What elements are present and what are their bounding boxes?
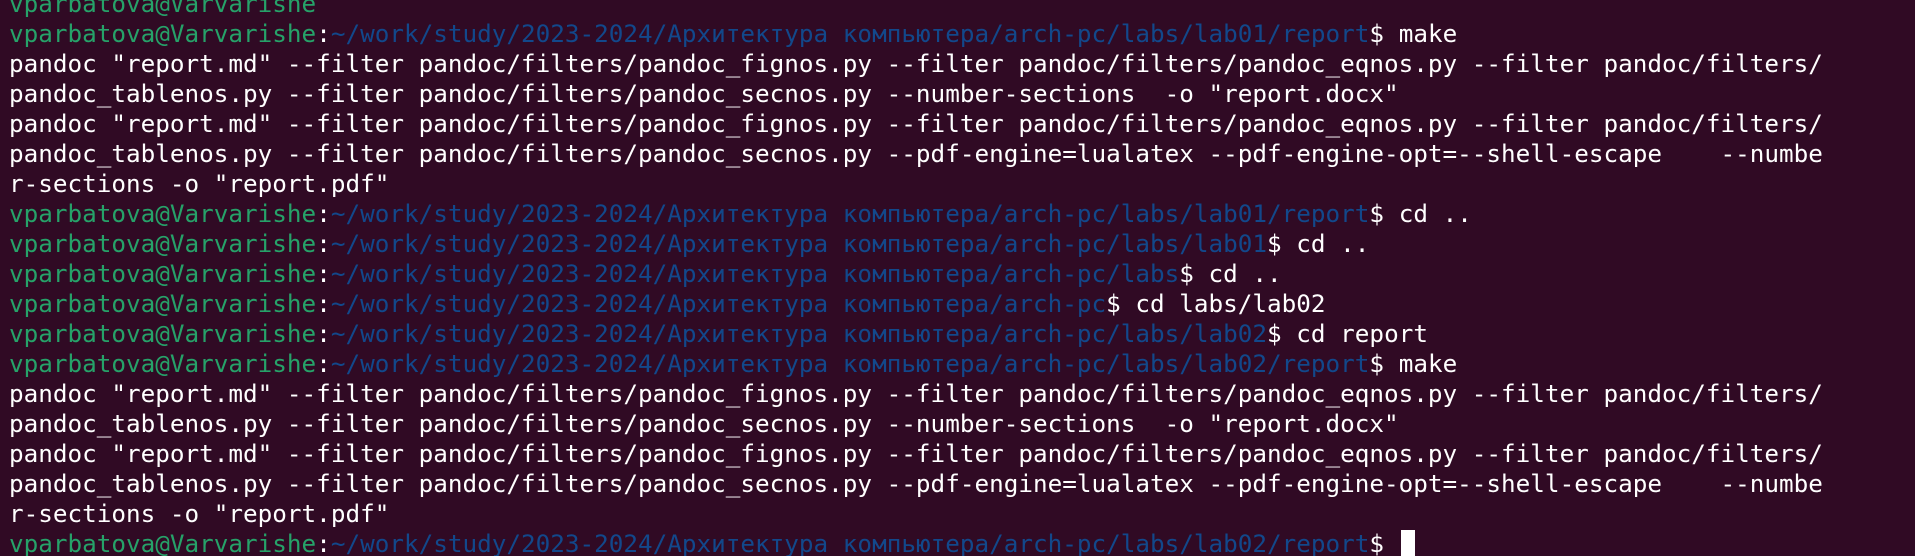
prompt-separator: : — [316, 199, 331, 228]
prompt-separator: : — [316, 319, 331, 348]
prompt-user: vparbatova@Varvarishe — [9, 529, 317, 556]
prompt-symbol: $ — [1369, 19, 1399, 48]
terminal-output-line: pandoc_tablenos.py --filter pandoc/filte… — [9, 409, 1399, 438]
prompt-path: ~/work/study/2023-2024/Архитектура компь… — [330, 199, 1370, 228]
prompt-command: cd .. — [1208, 259, 1282, 288]
prompt-path: ~/work/study/2023-2024/Архитектура компь… — [330, 319, 1268, 348]
prompt-path: ~/work/study/2023-2024/Архитектура компь… — [330, 349, 1370, 378]
prompt-path: ~/work/study/2023-2024/Архитектура компь… — [330, 289, 1107, 318]
terminal-cursor[interactable] — [1400, 530, 1415, 556]
prompt-separator: : — [316, 529, 331, 556]
prompt-path: ~/work/study/2023-2024/Архитектура компь… — [330, 259, 1180, 288]
prompt-user: vparbatova@Varvarishe — [9, 199, 317, 228]
terminal-prompt-line: vparbatova@Varvarishe:~/work/study/2023-… — [9, 319, 1823, 349]
prompt-path: ~/work/study/2023-2024/Архитектура компь… — [330, 529, 1370, 556]
prompt-user: vparbatova@Varvarishe — [9, 349, 317, 378]
prompt-command: cd .. — [1398, 199, 1472, 228]
prompt-user: vparbatova@Varvarishe — [9, 319, 317, 348]
prompt-separator: : — [316, 349, 331, 378]
prompt-command: cd .. — [1296, 229, 1370, 258]
prompt-user: vparbatova@Varvarishe — [9, 229, 317, 258]
terminal-output-line: r-sections -o "report.pdf" — [9, 169, 390, 198]
terminal-output-line: pandoc_tablenos.py --filter pandoc/filte… — [9, 139, 1823, 168]
prompt-user: vparbatova@Varvarishe — [9, 289, 317, 318]
prompt-symbol: $ — [1369, 529, 1399, 556]
terminal-output-line: r-sections -o "report.pdf" — [9, 499, 390, 528]
terminal-line-partial: vparbatova@Varvarishe — [9, 0, 1823, 19]
prompt-command: cd report — [1296, 319, 1428, 348]
terminal-output: vparbatova@Varvarishe vparbatova@Varvari… — [9, 0, 1823, 556]
prompt-symbol: $ — [1106, 289, 1136, 318]
terminal-output-line: pandoc "report.md" --filter pandoc/filte… — [9, 109, 1823, 138]
terminal-prompt-line: vparbatova@Varvarishe:~/work/study/2023-… — [9, 259, 1823, 289]
terminal-prompt-line: vparbatova@Varvarishe:~/work/study/2023-… — [9, 19, 1823, 49]
terminal-prompt-line: vparbatova@Varvarishe:~/work/study/2023-… — [9, 349, 1823, 379]
prompt-command: cd labs/lab02 — [1135, 289, 1326, 318]
terminal-output-line: pandoc_tablenos.py --filter pandoc/filte… — [9, 469, 1823, 498]
prompt-symbol: $ — [1267, 319, 1297, 348]
prompt-path: ~/work/study/2023-2024/Архитектура компь… — [330, 229, 1268, 258]
prompt-user: vparbatova@Varvarishe — [9, 19, 317, 48]
terminal-output-line: pandoc "report.md" --filter pandoc/filte… — [9, 49, 1823, 78]
prompt-user: vparbatova@Varvarishe — [9, 259, 317, 288]
prompt-symbol: $ — [1369, 349, 1399, 378]
prompt-symbol: $ — [1267, 229, 1297, 258]
prompt-separator: : — [316, 259, 331, 288]
terminal-prompt-line: vparbatova@Varvarishe:~/work/study/2023-… — [9, 229, 1823, 259]
prompt-user: vparbatova@Varvarishe — [9, 0, 317, 18]
prompt-symbol: $ — [1179, 259, 1209, 288]
terminal-window[interactable]: vparbatova@Varvarishe vparbatova@Varvari… — [0, 0, 1915, 556]
terminal-output-line: pandoc "report.md" --filter pandoc/filte… — [9, 439, 1823, 468]
terminal-prompt-line: vparbatova@Varvarishe:~/work/study/2023-… — [9, 199, 1823, 229]
prompt-symbol: $ — [1369, 199, 1399, 228]
prompt-command: make — [1398, 19, 1458, 48]
terminal-prompt-line: vparbatova@Varvarishe:~/work/study/2023-… — [9, 289, 1823, 319]
prompt-command: make — [1398, 349, 1458, 378]
terminal-prompt-line: vparbatova@Varvarishe:~/work/study/2023-… — [9, 529, 1823, 556]
prompt-separator: : — [316, 19, 331, 48]
prompt-separator: : — [316, 229, 331, 258]
prompt-path: ~/work/study/2023-2024/Архитектура компь… — [330, 19, 1370, 48]
prompt-separator: : — [316, 289, 331, 318]
terminal-output-line: pandoc_tablenos.py --filter pandoc/filte… — [9, 79, 1399, 108]
terminal-output-line: pandoc "report.md" --filter pandoc/filte… — [9, 379, 1823, 408]
